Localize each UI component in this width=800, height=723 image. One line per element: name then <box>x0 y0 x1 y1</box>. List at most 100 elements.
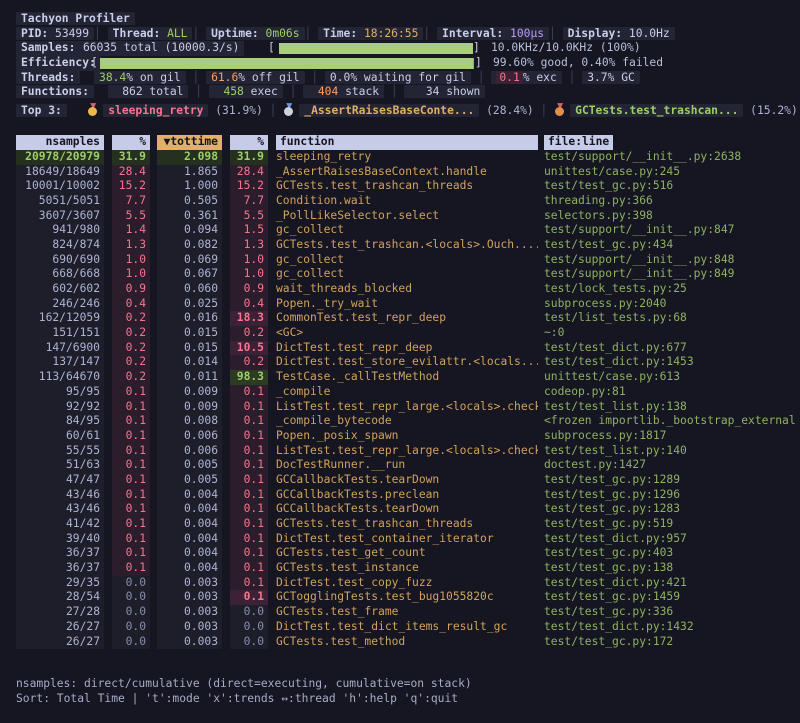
table-row[interactable]: 27/28 0.0 0.003 0.0 GCTests.test_frame t… <box>0 605 800 620</box>
table-row[interactable]: 147/6900 0.2 0.015 10.5 DictTest.test_re… <box>0 341 800 356</box>
table-row[interactable]: 47/47 0.1 0.005 0.1 GCCallbackTests.tear… <box>0 473 800 488</box>
table-row[interactable]: 84/95 0.1 0.008 0.1 _compile_bytecode <f… <box>0 414 800 429</box>
direct-pct-cell: 0.1 <box>112 502 150 517</box>
table-row[interactable]: 10001/10002 15.2 1.000 15.2 GCTests.test… <box>0 179 800 194</box>
separator: │ <box>263 104 283 117</box>
legend-line: nsamples: direct/cumulative (direct=exec… <box>0 677 800 692</box>
nsamples-cell: 3607/3607 <box>16 209 104 224</box>
nsamples-cell: 41/42 <box>16 517 104 532</box>
table-row[interactable]: 28/54 0.0 0.003 0.1 GCTogglingTests.test… <box>0 590 800 605</box>
tottime-cell: 0.008 <box>157 414 222 429</box>
table-row[interactable]: 162/12059 0.2 0.016 18.3 CommonTest.test… <box>0 311 800 326</box>
table-row[interactable]: 824/874 1.3 0.082 1.3 GCTests.test_trash… <box>0 238 800 253</box>
separator: │ <box>549 27 556 40</box>
file-line-cell: test/test_gc.py:434 <box>544 238 800 253</box>
table-row[interactable]: 3607/3607 5.5 0.361 5.5 _PollLikeSelecto… <box>0 209 800 224</box>
tottime-cell: 0.004 <box>157 561 222 576</box>
function-cell: _compile_bytecode <box>276 414 538 429</box>
direct-pct-cell: 0.1 <box>112 429 150 444</box>
uptime-label: Uptime: <box>211 27 259 40</box>
file-line-cell: test/test_dict.py:1453 <box>544 355 800 370</box>
top3-item[interactable]: │ GCTests.test_trashcan... (15.2%) <box>534 104 798 117</box>
nsamples-cell: 18649/18649 <box>16 165 104 180</box>
file-line-cell: test/support/__init__.py:849 <box>544 267 800 282</box>
file-line-cell: threading.py:366 <box>544 194 800 209</box>
direct-pct-cell: 0.1 <box>112 488 150 503</box>
function-stat-suffix: stack <box>338 85 379 98</box>
tottime-cell: 0.015 <box>157 341 222 356</box>
column-header-tottime-sorted[interactable]: ▼tottime <box>157 135 222 150</box>
medal-icon <box>284 103 294 116</box>
file-line-cell: test/test_list.py:140 <box>544 444 800 459</box>
direct-pct-cell: 0.0 <box>112 620 150 635</box>
table-row[interactable]: 51/63 0.1 0.005 0.1 DocTestRunner.__run … <box>0 458 800 473</box>
table-row[interactable]: 151/151 0.2 0.015 0.2 <GC> ~:0 <box>0 326 800 341</box>
table-row[interactable]: 60/61 0.1 0.006 0.1 Popen._posix_spawn s… <box>0 429 800 444</box>
table-row[interactable]: 668/668 1.0 0.067 1.0 gc_collect test/su… <box>0 267 800 282</box>
table-row[interactable]: 41/42 0.1 0.004 0.1 GCTests.test_trashca… <box>0 517 800 532</box>
table-row[interactable]: 29/35 0.0 0.003 0.1 DictTest.test_copy_f… <box>0 576 800 591</box>
nsamples-cell: 84/95 <box>16 414 104 429</box>
table-row[interactable]: 26/27 0.0 0.003 0.0 GCTests.test_method … <box>0 635 800 650</box>
nsamples-cell: 162/12059 <box>16 311 104 326</box>
file-line-cell: test/test_gc.py:1459 <box>544 590 800 605</box>
nsamples-cell: 39/40 <box>16 532 104 547</box>
tottime-cell: 0.060 <box>157 282 222 297</box>
top3-item[interactable]: │ _AssertRaisesBaseConte... (28.4%) <box>263 104 534 117</box>
efficiency-row: Efficiency: [ ] 99.60% good, 0.40% faile… <box>0 56 800 71</box>
table-row[interactable]: 55/55 0.1 0.006 0.1 ListTest.test_repr_l… <box>0 444 800 459</box>
display-value: 10.0Hz <box>622 27 670 40</box>
file-line-cell: test/test_list.py:138 <box>544 400 800 415</box>
table-row[interactable]: 36/37 0.1 0.004 0.1 GCTests.test_instanc… <box>0 561 800 576</box>
table-row[interactable]: 95/95 0.1 0.009 0.1 _compile codeop.py:8… <box>0 385 800 400</box>
table-row[interactable]: 602/602 0.9 0.060 0.9 wait_threads_block… <box>0 282 800 297</box>
nsamples-cell: 27/28 <box>16 605 104 620</box>
separator: │ <box>305 27 312 40</box>
interval-label: Interval: <box>442 27 503 40</box>
cum-pct-cell: 5.5 <box>230 209 268 224</box>
tottime-cell: 0.004 <box>157 517 222 532</box>
table-row[interactable]: 941/980 1.4 0.094 1.5 gc_collect test/su… <box>0 223 800 238</box>
table-row[interactable]: 36/37 0.1 0.004 0.1 GCTests.test_get_cou… <box>0 546 800 561</box>
column-header-function[interactable]: function <box>276 135 538 150</box>
cum-pct-cell: 0.1 <box>230 414 268 429</box>
file-line-cell: <frozen importlib._bootstrap_external <box>544 414 800 429</box>
top3-label: Top 3: <box>16 104 67 117</box>
table-row[interactable]: 137/147 0.2 0.014 0.2 DictTest.test_stor… <box>0 355 800 370</box>
table-row[interactable]: 18649/18649 28.4 1.865 28.4 _AssertRaise… <box>0 165 800 180</box>
tottime-cell: 0.009 <box>157 385 222 400</box>
table-row[interactable]: 5051/5051 7.7 0.505 7.7 Condition.wait t… <box>0 194 800 209</box>
cum-pct-cell: 0.9 <box>230 282 268 297</box>
column-header-direct-pct[interactable]: % <box>112 135 150 150</box>
table-row[interactable]: 113/64670 0.2 0.011 98.3 TestCase._callT… <box>0 370 800 385</box>
table-row[interactable]: 92/92 0.1 0.009 0.1 ListTest.test_repr_l… <box>0 400 800 415</box>
thread-field[interactable]: Thread: ALL <box>108 27 193 40</box>
top3-item[interactable]: sleeping_retry (31.9%) <box>67 104 263 117</box>
thread-stat: │ 0.1% exc <box>471 71 562 84</box>
table-row[interactable]: 246/246 0.4 0.025 0.4 Popen._try_wait su… <box>0 297 800 312</box>
table-row[interactable]: 43/46 0.1 0.004 0.1 GCCallbackTests.prec… <box>0 488 800 503</box>
cum-pct-cell: 0.1 <box>230 532 268 547</box>
table-row[interactable]: 43/46 0.1 0.004 0.1 GCCallbackTests.tear… <box>0 502 800 517</box>
table-row[interactable]: 20978/20979 31.9 2.098 31.9 sleeping_ret… <box>0 150 800 165</box>
column-header-nsamples[interactable]: nsamples <box>16 135 104 150</box>
file-line-cell: subprocess.py:1817 <box>544 429 800 444</box>
tottime-cell: 0.003 <box>157 590 222 605</box>
file-line-cell: test/test_gc.py:519 <box>544 517 800 532</box>
table-row[interactable]: 39/40 0.1 0.004 0.1 DictTest.test_contai… <box>0 532 800 547</box>
cum-pct-cell: 0.0 <box>230 620 268 635</box>
function-cell: DictTest.test_container_iterator <box>276 532 538 547</box>
tottime-cell: 0.014 <box>157 355 222 370</box>
cum-pct-cell: 7.7 <box>230 194 268 209</box>
interval-value: 100µs <box>503 27 544 40</box>
table-row[interactable]: 26/27 0.0 0.003 0.0 DictTest.test_dict_i… <box>0 620 800 635</box>
column-header-file-line[interactable]: file:line <box>544 135 613 150</box>
display-label: Display: <box>568 27 622 40</box>
thread-stat-suffix: % GC <box>608 71 635 84</box>
function-cell: DictTest.test_copy_fuzz <box>276 576 538 591</box>
file-line-cell: test/support/__init__.py:847 <box>544 223 800 238</box>
thread-stat: │ 0.0% waiting for gil <box>305 71 471 84</box>
column-header-cum-pct[interactable]: % <box>230 135 268 150</box>
table-row[interactable]: 690/690 1.0 0.069 1.0 gc_collect test/su… <box>0 253 800 268</box>
cum-pct-cell: 0.1 <box>230 400 268 415</box>
